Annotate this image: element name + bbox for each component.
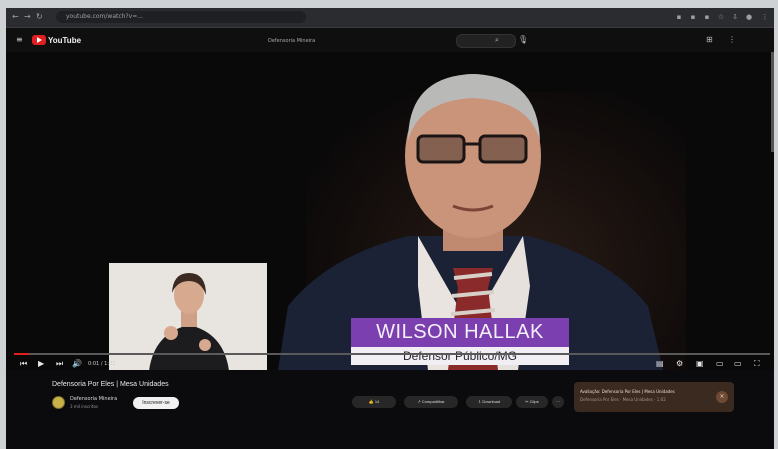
- notification-subtitle: Defensoria Por Eles · Mesa Unidades · 1:…: [580, 397, 666, 402]
- notification-title: Avaliação: Defensoria Por Eles | Mesa Un…: [580, 389, 675, 394]
- subtitles-icon[interactable]: ▤: [656, 359, 664, 369]
- more-actions-button[interactable]: ⋯: [552, 396, 564, 408]
- progress-bar[interactable]: [14, 353, 770, 355]
- address-bar[interactable]: youtube.com/watch?v=...: [56, 11, 306, 23]
- download-label: Download: [482, 399, 501, 404]
- theater-mode-icon[interactable]: ▭: [734, 359, 742, 369]
- player-controls: ⏮ ▶ ⏭ 🔊 0:01 / 1:02 ▤ ⚙ ▣ ▭ ▭ ⛶: [6, 357, 774, 370]
- hamburger-menu-icon[interactable]: ≡: [16, 36, 23, 44]
- settings-gear-icon[interactable]: ⚙: [676, 359, 683, 369]
- notifications-icon[interactable]: ⋮: [728, 36, 736, 44]
- create-icon[interactable]: ⊞: [706, 36, 713, 44]
- channel-avatar[interactable]: [52, 396, 65, 409]
- profile-icon[interactable]: ●: [744, 12, 754, 22]
- browser-toolbar: ← → ↻ youtube.com/watch?v=... ▪ ▪ ▪ ☆ ⇩ …: [6, 8, 774, 28]
- volume-icon[interactable]: 🔊: [72, 359, 82, 369]
- like-button[interactable]: 👍 14: [352, 396, 396, 408]
- share-button[interactable]: ↗ Compartilhar: [404, 396, 458, 408]
- bookmark-icon[interactable]: ☆: [716, 12, 726, 22]
- extension-icon[interactable]: ▪: [702, 12, 712, 22]
- miniplayer-icon[interactable]: ▣: [696, 359, 704, 369]
- subscribe-button[interactable]: Inscrever-se: [133, 397, 179, 409]
- download-icon[interactable]: ⇩: [730, 12, 740, 22]
- extension-icon[interactable]: ▪: [674, 12, 684, 22]
- extension-icon[interactable]: ▪: [688, 12, 698, 22]
- subscriber-count: 3 mil inscritos: [70, 404, 98, 409]
- browser-window: ← → ↻ youtube.com/watch?v=... ▪ ▪ ▪ ☆ ⇩ …: [6, 8, 774, 449]
- channel-name[interactable]: Defensoria Mineira: [70, 396, 117, 402]
- clip-button[interactable]: ✂ Clipe: [516, 396, 548, 408]
- search-icon: ⌕: [495, 36, 499, 44]
- video-player[interactable]: WILSON HALLAK Defensor Público/MG ⏮ ▶ ⏭ …: [6, 52, 774, 370]
- back-arrow-icon[interactable]: ←: [12, 12, 19, 22]
- previous-icon[interactable]: ⏮: [20, 359, 27, 369]
- download-button[interactable]: ⇩ Download: [466, 396, 512, 408]
- youtube-logo-text: YouTube: [48, 35, 82, 45]
- forward-arrow-icon[interactable]: →: [24, 12, 31, 22]
- notification-card[interactable]: Avaliação: Defensoria Por Eles | Mesa Un…: [574, 382, 734, 412]
- youtube-play-icon: [32, 35, 46, 45]
- search-query[interactable]: Defensoria Mineira: [268, 38, 315, 44]
- search-button[interactable]: ⌕: [456, 34, 516, 48]
- reload-icon[interactable]: ↻: [36, 12, 43, 22]
- time-display: 0:01 / 1:02: [88, 361, 116, 367]
- speaker-name-label: WILSON HALLAK: [351, 318, 569, 347]
- like-count: 14: [374, 399, 380, 404]
- youtube-header: ≡ YouTube Defensoria Mineira ⌕ 🎙 ⊞ ⋮: [6, 28, 774, 52]
- menu-icon[interactable]: ⋮: [760, 12, 770, 22]
- video-title: Defensoria Por Eles | Mesa Unidades: [52, 381, 169, 388]
- progress-bar-fill: [14, 353, 30, 355]
- page-scrollbar[interactable]: [771, 52, 774, 152]
- fullscreen-icon[interactable]: ⛶: [754, 359, 760, 369]
- share-label: Compartilhar: [421, 399, 445, 404]
- play-icon[interactable]: ▶: [38, 359, 44, 369]
- next-icon[interactable]: ⏭: [56, 359, 63, 369]
- microphone-icon[interactable]: 🎙: [518, 36, 528, 44]
- more-icon: ⋯: [556, 399, 560, 404]
- clip-label: Clipe: [529, 399, 539, 404]
- youtube-logo[interactable]: YouTube: [32, 34, 81, 46]
- cast-icon[interactable]: ▭: [716, 359, 724, 369]
- close-icon[interactable]: ×: [716, 391, 728, 403]
